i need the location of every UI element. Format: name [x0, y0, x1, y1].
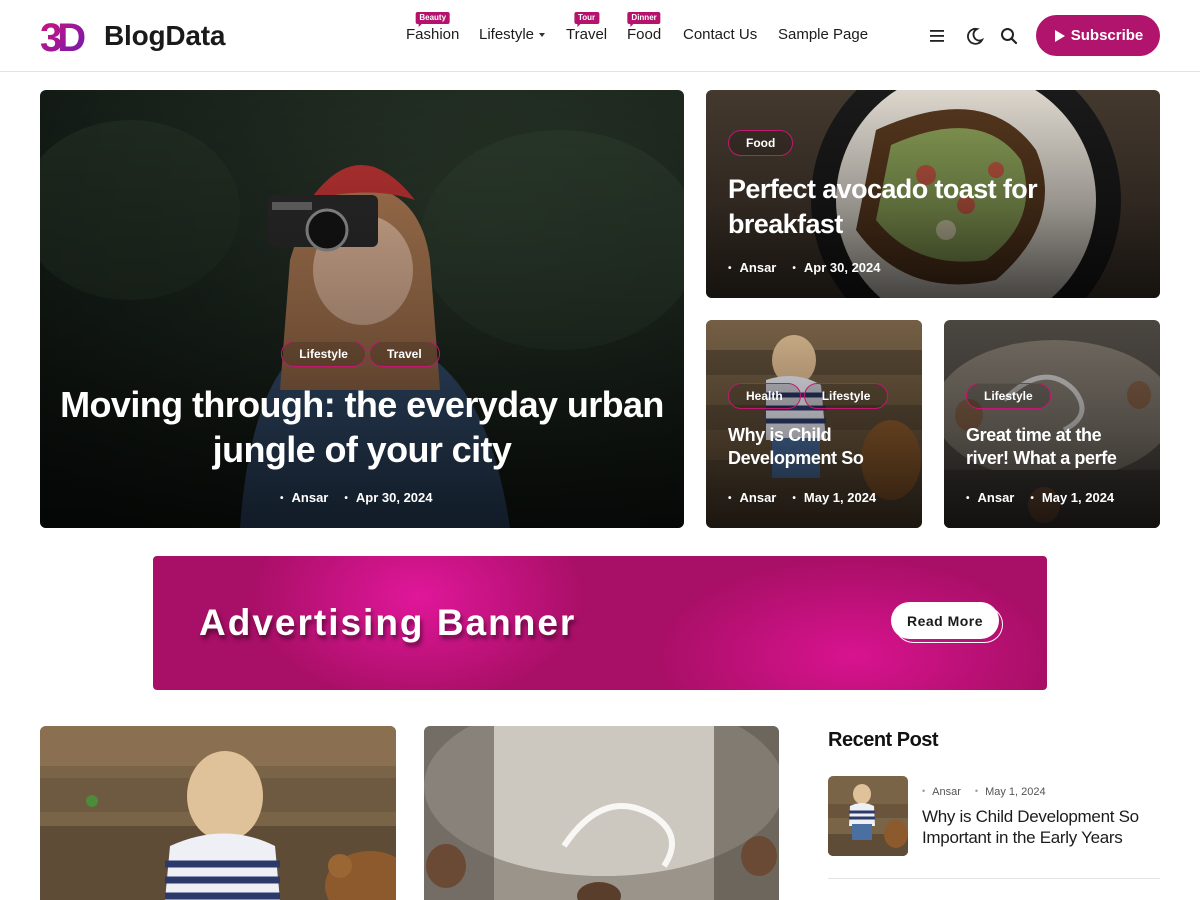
author[interactable]: Ansar: [922, 786, 961, 798]
nav-badge: Dinner: [627, 12, 661, 27]
nav-label: Food: [627, 26, 662, 43]
food-title-line: Perfect avocado toast for: [728, 174, 1038, 204]
child-title[interactable]: Why is Child Development So: [728, 424, 864, 470]
nav-item-sample-page[interactable]: Sample Page: [778, 26, 868, 43]
post-card-river[interactable]: [424, 726, 779, 900]
menu-icon[interactable]: [926, 25, 948, 47]
nav-label: Lifestyle: [479, 26, 535, 43]
banner-text: Advertising Banner: [199, 602, 577, 643]
date: May 1, 2024: [975, 786, 1046, 798]
moon-icon[interactable]: [964, 25, 986, 47]
recent-post-thumbnail[interactable]: [828, 776, 908, 856]
recent-post-title[interactable]: Why is Child Development So Important in…: [922, 806, 1162, 848]
site-logo[interactable]: 3D BlogData: [40, 16, 225, 56]
child-meta: Ansar May 1, 2024: [728, 490, 892, 505]
play-icon: [1054, 29, 1065, 42]
nav-item-fashion[interactable]: Beauty Fashion: [406, 12, 460, 43]
hero-meta: Ansar Apr 30, 2024: [280, 490, 449, 505]
author[interactable]: Ansar: [728, 260, 777, 275]
hero-title[interactable]: Moving through: the everyday urban jungl…: [40, 382, 684, 472]
svg-text:3D: 3D: [40, 16, 85, 56]
hero-title-line: jungle of your city: [212, 429, 512, 470]
tag-pill[interactable]: Lifestyle: [966, 383, 1051, 409]
recent-thumbnail-image: [828, 776, 908, 856]
tag-pill[interactable]: Food: [728, 130, 794, 156]
tag-pill[interactable]: Health: [728, 383, 801, 409]
river-title[interactable]: Great time at the river! What a perfe: [966, 424, 1117, 470]
food-meta: Ansar Apr 30, 2024: [728, 260, 897, 275]
food-title[interactable]: Perfect avocado toast for breakfast: [728, 172, 1038, 242]
nav-label: Fashion: [406, 26, 460, 43]
river-tags: Lifestyle: [966, 383, 1054, 409]
tag-pill[interactable]: Travel: [368, 341, 440, 367]
river-title-line: Great time at the: [966, 425, 1102, 445]
river-title-line: river! What a perfe: [966, 448, 1117, 468]
river-meta: Ansar May 1, 2024: [966, 490, 1130, 505]
logo-text: BlogData: [104, 20, 226, 51]
food-title-line: breakfast: [728, 209, 843, 239]
nav-badge: Tour: [573, 12, 600, 27]
nav-item-lifestyle[interactable]: Lifestyle: [479, 26, 546, 43]
date: May 1, 2024: [1030, 490, 1114, 505]
nav-badge: Beauty: [415, 12, 451, 27]
hero-tags: Lifestyle Travel: [40, 341, 684, 367]
site-header: 3D BlogData Beauty Fashion Lifestyle Tou…: [0, 0, 1200, 72]
subscribe-button[interactable]: Subscribe: [1036, 15, 1160, 56]
hero-post-card[interactable]: Lifestyle Travel Moving through: the ever…: [40, 90, 684, 528]
nav-label: Sample Page: [778, 26, 869, 43]
river-post-card[interactable]: Lifestyle Great time at the river! What …: [944, 320, 1160, 528]
nav-item-food[interactable]: Dinner Food: [627, 12, 662, 43]
chevron-down-icon: [539, 33, 546, 38]
recent-post-heading: Recent Post: [828, 729, 939, 751]
nav-item-contact-us[interactable]: Contact Us: [683, 26, 757, 43]
nav-label: Contact Us: [683, 26, 758, 43]
subscribe-label: Subscribe: [1070, 27, 1144, 44]
date: Apr 30, 2024: [792, 260, 881, 275]
recent-post-meta: Ansar May 1, 2024: [922, 786, 1060, 798]
child-thumbnail-image: [40, 726, 396, 900]
nav-label: Travel: [566, 26, 608, 43]
tag-pill[interactable]: Lifestyle: [281, 341, 366, 367]
divider: [828, 878, 1160, 879]
date: May 1, 2024: [792, 490, 876, 505]
post-card-child[interactable]: [40, 726, 396, 900]
food-post-card[interactable]: Food Perfect avocado toast for breakfast…: [706, 90, 1160, 298]
author[interactable]: Ansar: [966, 490, 1015, 505]
author[interactable]: Ansar: [280, 490, 329, 505]
child-title-line: Why is Child: [728, 425, 832, 445]
child-post-card[interactable]: Health Lifestyle Why is Child Development…: [706, 320, 922, 528]
read-more-button[interactable]: Read More: [891, 602, 999, 639]
food-tags: Food: [728, 130, 796, 156]
child-tags: Health Lifestyle: [728, 383, 891, 409]
child-title-line: Development So: [728, 448, 864, 468]
advertising-banner[interactable]: Advertising Banner Read More: [153, 556, 1047, 690]
logo-mark-icon: 3D: [40, 16, 90, 56]
search-icon[interactable]: [998, 25, 1020, 47]
date: Apr 30, 2024: [344, 490, 433, 505]
hero-title-line: Moving through: the everyday urban: [60, 384, 664, 425]
author[interactable]: Ansar: [728, 490, 777, 505]
tag-pill[interactable]: Lifestyle: [803, 383, 889, 409]
nav-item-travel[interactable]: Tour Travel: [566, 12, 608, 43]
river-thumbnail-image: [424, 726, 779, 900]
